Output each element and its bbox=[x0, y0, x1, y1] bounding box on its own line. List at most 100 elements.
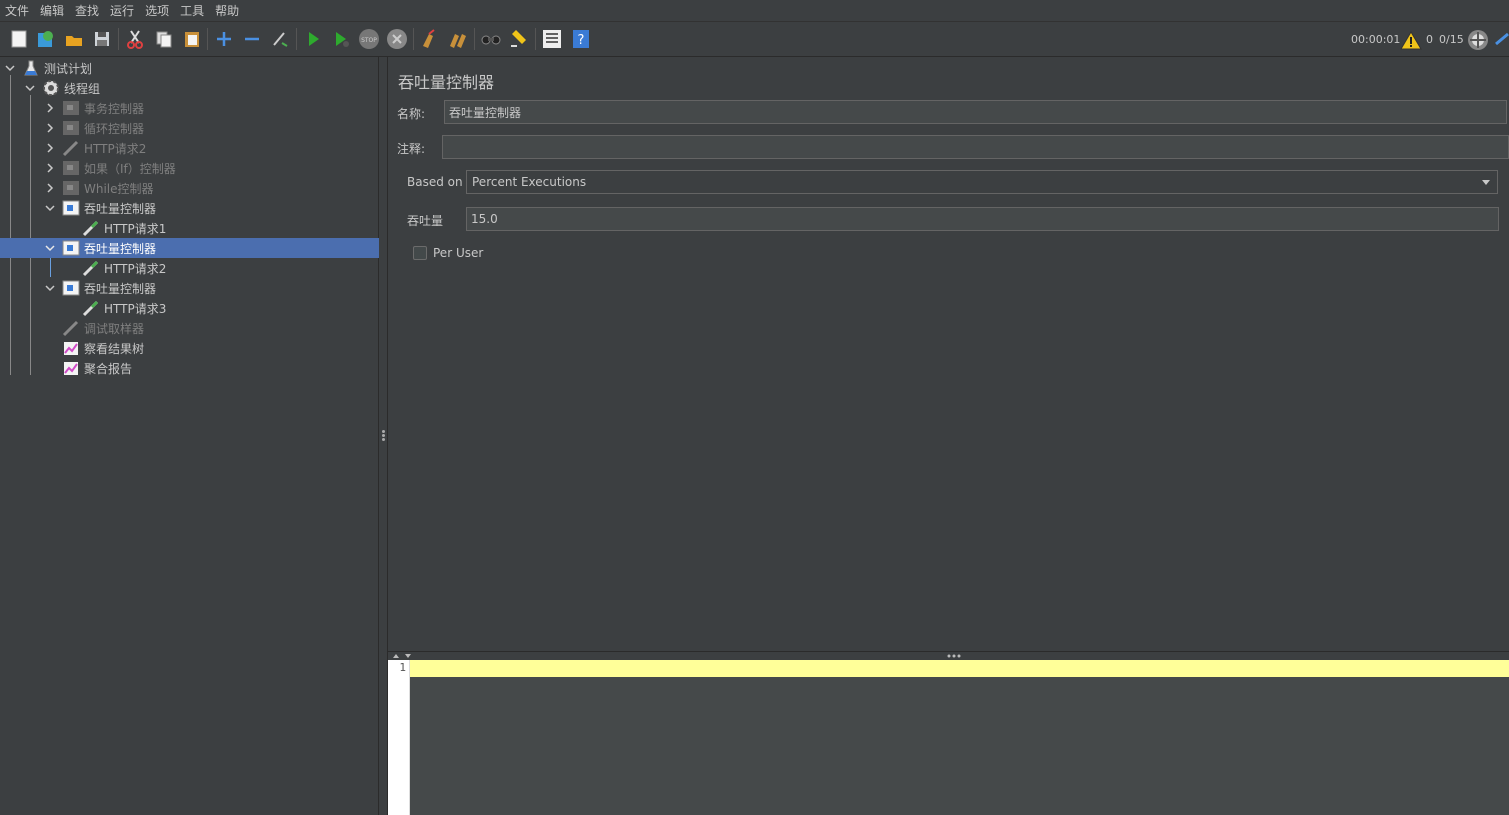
sampler-icon bbox=[82, 259, 100, 277]
listener-icon bbox=[62, 339, 80, 357]
controller-icon bbox=[62, 179, 80, 197]
tree-row-thread-group[interactable]: 线程组 bbox=[0, 78, 379, 98]
copy-icon[interactable] bbox=[152, 27, 176, 51]
sampler-icon bbox=[62, 319, 80, 337]
tree-label: 线程组 bbox=[64, 81, 101, 96]
tree-row-view-results-tree[interactable]: 察看结果树 bbox=[0, 338, 379, 358]
chevron-right-icon[interactable] bbox=[45, 183, 55, 193]
collapse-arrows-icon[interactable] bbox=[392, 653, 412, 660]
collapse-icon[interactable] bbox=[240, 27, 264, 51]
help-icon[interactable]: ? bbox=[569, 27, 593, 51]
menu-file[interactable]: 文件 bbox=[4, 2, 30, 19]
active-threads: 0/15 bbox=[1439, 33, 1464, 46]
tree-label: 调试取样器 bbox=[84, 321, 145, 336]
reset-search-icon[interactable] bbox=[507, 27, 531, 51]
clear-all-icon[interactable] bbox=[446, 27, 470, 51]
tree-row-throughput-controller-3[interactable]: 吞吐量控制器 bbox=[0, 278, 379, 298]
tree-label: 吞吐量控制器 bbox=[84, 281, 157, 296]
per-user-checkbox[interactable] bbox=[413, 246, 427, 260]
tree-row-while-controller[interactable]: While控制器 bbox=[0, 178, 379, 198]
expand-icon[interactable] bbox=[212, 27, 236, 51]
dropdown-arrow-icon[interactable] bbox=[1481, 179, 1491, 187]
controller-icon bbox=[62, 159, 80, 177]
panel-title: 吞吐量控制器 bbox=[398, 73, 495, 92]
svg-text:?: ? bbox=[578, 33, 585, 48]
start-icon[interactable] bbox=[301, 27, 325, 51]
current-line-highlight[interactable] bbox=[410, 660, 1509, 677]
remote-icon[interactable] bbox=[1467, 22, 1489, 57]
chevron-right-icon[interactable] bbox=[45, 143, 55, 153]
tree-row-http-request-2[interactable]: HTTP请求2 bbox=[0, 138, 379, 158]
cut-icon[interactable] bbox=[123, 27, 147, 51]
tree-row-throughput-controller-2[interactable]: 吞吐量控制器 bbox=[0, 238, 379, 258]
based-on-value: Percent Executions bbox=[472, 175, 587, 189]
chevron-right-icon[interactable] bbox=[45, 103, 55, 113]
open-icon[interactable] bbox=[62, 27, 86, 51]
grip-handle-icon[interactable] bbox=[382, 430, 385, 442]
tree-label: 循环控制器 bbox=[84, 121, 145, 136]
menu-bar: 文件 编辑 查找 运行 选项 工具 帮助 bbox=[0, 0, 1509, 22]
controller-icon bbox=[62, 99, 80, 117]
comment-field[interactable] bbox=[442, 135, 1509, 159]
line-number: 1 bbox=[399, 661, 406, 674]
tree-row-http-request-2b[interactable]: HTTP请求2 bbox=[0, 258, 379, 278]
sampler-icon bbox=[82, 299, 100, 317]
chevron-right-icon[interactable] bbox=[45, 123, 55, 133]
controller-icon bbox=[62, 119, 80, 137]
warning-icon[interactable] bbox=[1400, 22, 1422, 57]
chevron-down-icon[interactable] bbox=[45, 283, 55, 293]
based-on-select[interactable]: Percent Executions bbox=[466, 170, 1498, 194]
clear-icon[interactable] bbox=[418, 27, 442, 51]
tree-label: HTTP请求2 bbox=[84, 141, 147, 156]
menu-search[interactable]: 查找 bbox=[74, 2, 100, 19]
tree-label: HTTP请求3 bbox=[104, 301, 167, 316]
start-no-pause-icon[interactable] bbox=[329, 27, 353, 51]
menu-run[interactable]: 运行 bbox=[109, 2, 135, 19]
throughput-field[interactable]: 15.0 bbox=[466, 207, 1499, 231]
tree-row-if-controller[interactable]: 如果（If）控制器 bbox=[0, 158, 379, 178]
throughput-label: 吞吐量 bbox=[407, 214, 444, 228]
chevron-down-icon[interactable] bbox=[5, 63, 15, 73]
tree-row-debug-sampler[interactable]: 调试取样器 bbox=[0, 318, 379, 338]
tree-row-http-request-3[interactable]: HTTP请求3 bbox=[0, 298, 379, 318]
save-icon[interactable] bbox=[90, 27, 114, 51]
menu-edit[interactable]: 编辑 bbox=[39, 2, 65, 19]
chevron-right-icon[interactable] bbox=[45, 163, 55, 173]
toggle-icon[interactable] bbox=[268, 27, 292, 51]
menu-tools[interactable]: 工具 bbox=[179, 2, 205, 19]
editor-splitter[interactable] bbox=[388, 651, 1509, 660]
chevron-down-icon[interactable] bbox=[45, 243, 55, 253]
paste-icon[interactable] bbox=[180, 27, 204, 51]
stop-icon[interactable]: STOP bbox=[357, 27, 381, 51]
tree-row-aggregate-report[interactable]: 聚合报告 bbox=[0, 358, 379, 378]
tree-label: HTTP请求2 bbox=[104, 261, 167, 276]
comment-label: 注释: bbox=[397, 142, 426, 156]
sampler-icon bbox=[62, 139, 80, 157]
drag-dots-icon[interactable] bbox=[947, 654, 961, 658]
tree-row-http-request-1[interactable]: HTTP请求1 bbox=[0, 218, 379, 238]
test-plan-icon bbox=[22, 59, 40, 77]
sampler-icon bbox=[82, 219, 100, 237]
tree-row-throughput-controller-1[interactable]: 吞吐量控制器 bbox=[0, 198, 379, 218]
tree-label: 察看结果树 bbox=[84, 341, 145, 356]
script-editor[interactable]: 1 bbox=[388, 660, 1509, 815]
search-icon[interactable] bbox=[479, 27, 503, 51]
chevron-down-icon[interactable] bbox=[25, 83, 35, 93]
tree-label: 事务控制器 bbox=[84, 101, 145, 116]
tree-row-test-plan[interactable]: 测试计划 bbox=[0, 58, 379, 78]
chevron-down-icon[interactable] bbox=[45, 203, 55, 213]
tree-row-transaction-controller[interactable]: 事务控制器 bbox=[0, 98, 379, 118]
name-label: 名称: bbox=[397, 107, 426, 121]
menu-options[interactable]: 选项 bbox=[144, 2, 170, 19]
new-icon[interactable] bbox=[7, 27, 31, 51]
line-number-gutter: 1 bbox=[388, 660, 410, 815]
split-divider[interactable] bbox=[379, 57, 388, 815]
log-icon[interactable] bbox=[1494, 22, 1509, 57]
name-field[interactable]: 吞吐量控制器 bbox=[444, 100, 1507, 124]
templates-icon[interactable] bbox=[34, 27, 58, 51]
tree-label: 聚合报告 bbox=[84, 361, 133, 376]
menu-help[interactable]: 帮助 bbox=[214, 2, 240, 19]
tree-row-loop-controller[interactable]: 循环控制器 bbox=[0, 118, 379, 138]
shutdown-icon[interactable] bbox=[385, 27, 409, 51]
function-helper-icon[interactable] bbox=[540, 27, 564, 51]
